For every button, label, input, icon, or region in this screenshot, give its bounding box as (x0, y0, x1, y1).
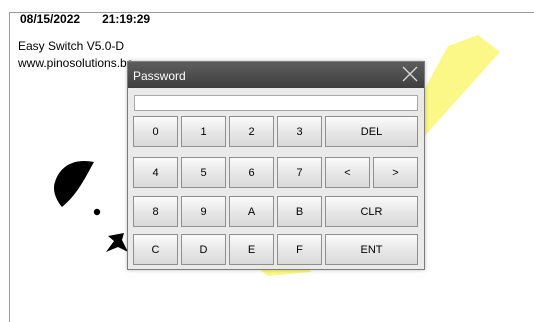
key-8[interactable]: 8 (133, 196, 178, 227)
key-1[interactable]: 1 (181, 116, 226, 147)
key-3[interactable]: 3 (277, 116, 322, 147)
key-clr[interactable]: CLR (325, 196, 418, 227)
password-input[interactable] (134, 95, 418, 111)
close-icon[interactable] (400, 64, 420, 84)
key-6[interactable]: 6 (229, 157, 274, 188)
key-b[interactable]: B (277, 196, 322, 227)
key-ent[interactable]: ENT (325, 234, 418, 265)
key-del[interactable]: DEL (325, 116, 418, 147)
key-4[interactable]: 4 (133, 157, 178, 188)
date-text: 08/15/2022 (20, 12, 81, 26)
dialog-title: Password (133, 69, 186, 83)
time-text: 21:19:29 (102, 12, 151, 26)
dialog-titlebar: Password (128, 62, 424, 88)
key-7[interactable]: 7 (277, 157, 322, 188)
key-c[interactable]: C (133, 234, 178, 265)
key-e[interactable]: E (229, 234, 274, 265)
key-right[interactable]: > (373, 157, 418, 188)
key-left[interactable]: < (325, 157, 370, 188)
key-0[interactable]: 0 (133, 116, 178, 147)
key-5[interactable]: 5 (181, 157, 226, 188)
website-text: www.pinosolutions.be (18, 56, 134, 70)
key-a[interactable]: A (229, 196, 274, 227)
key-9[interactable]: 9 (181, 196, 226, 227)
password-dialog: Password 0 1 2 3 DEL 4 5 6 7 < > 8 9 A B… (127, 61, 425, 270)
key-d[interactable]: D (181, 234, 226, 265)
version-text: Easy Switch V5.0-D (18, 39, 125, 53)
key-2[interactable]: 2 (229, 116, 274, 147)
key-f[interactable]: F (277, 234, 322, 265)
datetime-header: 08/15/2022 21:19:29 (20, 12, 150, 26)
